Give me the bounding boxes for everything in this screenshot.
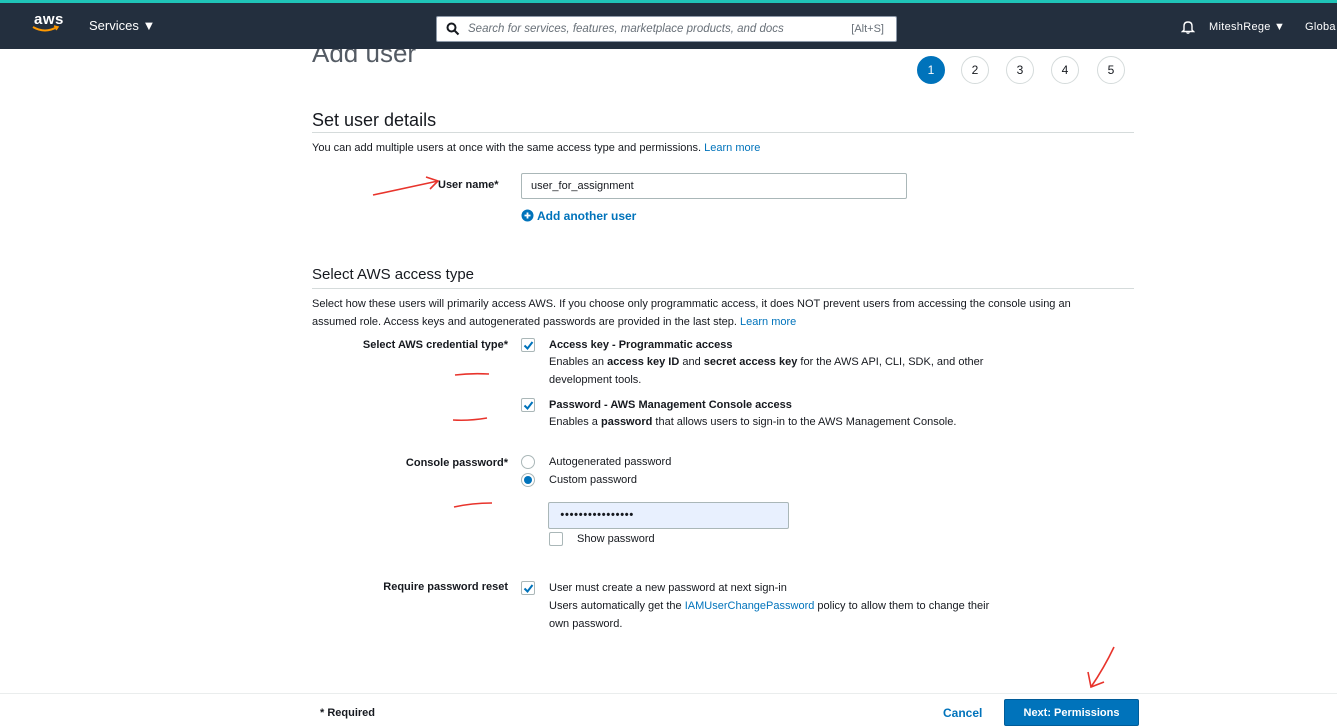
bold-text: access key ID xyxy=(607,356,680,368)
next-permissions-button[interactable]: Next: Permissions xyxy=(1004,699,1139,726)
iam-policy-link[interactable]: IAMUserChangePassword xyxy=(685,600,815,612)
custom-password-radio[interactable] xyxy=(521,473,535,487)
access-type-heading: Select AWS access type xyxy=(312,266,475,283)
checkmark-icon xyxy=(523,401,534,411)
text: for the AWS API, CLI, SDK, and other xyxy=(797,356,984,368)
access-description-line-2: assumed role. Access keys and autogenera… xyxy=(312,316,737,328)
checkmark-icon xyxy=(523,341,534,351)
text: and xyxy=(679,356,704,368)
user-details-heading: Set user details xyxy=(312,110,437,130)
text: that allows users to sign-in to the AWS … xyxy=(652,416,957,428)
text: Enables an xyxy=(549,356,608,368)
bold-text: password xyxy=(600,416,653,428)
console-access-checkbox[interactable] xyxy=(521,398,535,412)
access-key-title: Access key - Programmatic access xyxy=(549,339,733,351)
cancel-button[interactable]: Cancel xyxy=(943,706,982,720)
access-key-checkbox[interactable] xyxy=(521,338,535,352)
red-mark-annotation xyxy=(454,372,490,376)
show-password-checkbox[interactable] xyxy=(549,532,563,546)
plus-circle-icon xyxy=(521,209,534,222)
text: own password. xyxy=(549,618,623,630)
autogenerated-password-radio[interactable] xyxy=(521,455,535,469)
nav-accent-line xyxy=(0,0,1337,3)
description-text: You can add multiple users at once with … xyxy=(312,142,702,154)
required-note: * Required xyxy=(320,707,376,719)
access-type-description: Select how these users will primarily ac… xyxy=(312,295,1142,331)
red-mark-annotation xyxy=(453,502,493,508)
checkmark-icon xyxy=(523,584,534,594)
autogenerated-password-label: Autogenerated password xyxy=(549,456,672,468)
password-reset-checkbox[interactable] xyxy=(521,581,535,595)
step-1[interactable]: 1 xyxy=(917,56,945,84)
divider xyxy=(312,132,1134,133)
step-4[interactable]: 4 xyxy=(1051,56,1079,84)
password-reset-description: User must create a new password at next … xyxy=(549,579,989,633)
access-description-line-1: Select how these users will primarily ac… xyxy=(312,298,1071,310)
search-shortcut: [Alt+S] xyxy=(851,23,884,35)
top-navigation-bar: aws Services ▼ Search for services, feat… xyxy=(0,0,1337,49)
credential-type-label: Select AWS credential type* xyxy=(362,339,508,351)
access-key-description: Enables an access key ID and secret acce… xyxy=(549,353,983,389)
search-box[interactable]: Search for services, features, marketpla… xyxy=(436,16,897,42)
custom-password-input[interactable] xyxy=(548,502,789,529)
learn-more-link[interactable]: Learn more xyxy=(740,316,796,328)
console-password-label: Console password* xyxy=(405,457,508,469)
add-another-user-label: Add another user xyxy=(537,209,637,223)
text: policy to allow them to change their xyxy=(814,600,990,612)
region-menu[interactable]: Globa xyxy=(1305,21,1336,33)
page-title: Add user xyxy=(312,49,417,68)
console-access-title: Password - AWS Management Console access xyxy=(549,399,792,411)
learn-more-link[interactable]: Learn more xyxy=(704,142,760,154)
password-reset-label: Require password reset xyxy=(383,581,508,593)
text: User must create a new password at next … xyxy=(549,582,787,594)
divider xyxy=(312,288,1134,289)
username-input[interactable] xyxy=(521,173,907,199)
console-access-description: Enables a password that allows users to … xyxy=(549,413,956,431)
notification-bell-icon[interactable] xyxy=(1181,20,1195,34)
step-3[interactable]: 3 xyxy=(1006,56,1034,84)
username-label: User name* xyxy=(438,179,499,191)
bold-text: secret access key xyxy=(703,356,798,368)
text: development tools. xyxy=(549,374,642,386)
red-mark-annotation xyxy=(452,417,488,422)
aws-logo[interactable]: aws xyxy=(32,11,68,37)
red-arrow-annotation xyxy=(372,176,440,196)
custom-password-label: Custom password xyxy=(549,474,638,486)
red-arrow-annotation xyxy=(1087,646,1115,689)
services-menu[interactable]: Services ▼ xyxy=(89,18,155,33)
account-menu[interactable]: MiteshRege ▼ xyxy=(1209,21,1285,33)
aws-smile-icon xyxy=(32,25,60,32)
text: Users automatically get the xyxy=(549,600,685,612)
step-2[interactable]: 2 xyxy=(961,56,989,84)
show-password-label: Show password xyxy=(577,533,655,545)
search-icon xyxy=(446,22,460,36)
text: Enables a xyxy=(549,416,601,428)
footer-divider xyxy=(0,693,1337,694)
user-details-description: You can add multiple users at once with … xyxy=(312,139,1142,157)
add-another-user-link[interactable]: Add another user xyxy=(521,209,636,223)
page-title-clip: Add user xyxy=(300,49,500,71)
step-5[interactable]: 5 xyxy=(1097,56,1125,84)
search-placeholder: Search for services, features, marketpla… xyxy=(468,23,784,35)
